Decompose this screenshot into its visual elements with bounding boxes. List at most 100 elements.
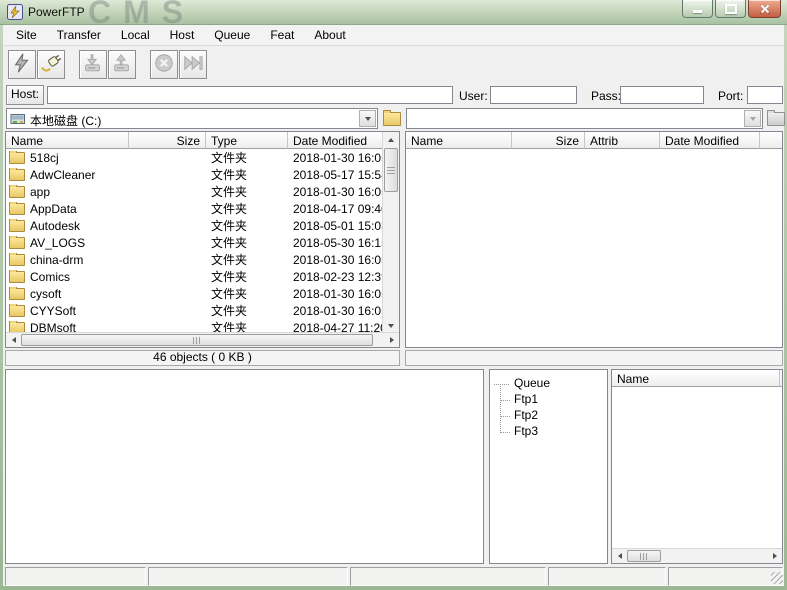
remote-path-dropdown-button[interactable]: [744, 110, 761, 127]
file-name-cell: cysoft: [6, 286, 129, 301]
local-folder-button[interactable]: [381, 110, 403, 128]
file-name: china-drm: [30, 252, 84, 267]
quick-connect-button[interactable]: [8, 50, 36, 79]
desktop-watermark: CMS: [88, 0, 196, 25]
folder-icon: [9, 252, 25, 266]
menu-item-feat[interactable]: Feat: [260, 25, 304, 45]
local-status-strip: 46 objects ( 0 KB ): [5, 350, 400, 366]
host-input[interactable]: [47, 86, 453, 104]
menu-item-transfer[interactable]: Transfer: [47, 25, 111, 45]
file-type-cell: 文件夹: [211, 168, 248, 182]
file-row[interactable]: Autodesk 文件夹 2018-05-01 15:03: [6, 217, 383, 234]
file-name: Comics: [30, 269, 71, 284]
tree-connector: [500, 384, 510, 401]
menu-item-about[interactable]: About: [304, 25, 355, 45]
file-row[interactable]: app 文件夹 2018-01-30 16:05: [6, 183, 383, 200]
file-row[interactable]: CYYSoft 文件夹 2018-01-30 16:05: [6, 302, 383, 319]
file-name: AdwCleaner: [30, 167, 96, 182]
scroll-up-button[interactable]: [383, 132, 399, 147]
statusbar-panel-4: [548, 567, 666, 586]
column-header-size[interactable]: Size: [512, 132, 585, 149]
remote-folder-button[interactable]: [765, 110, 787, 128]
plug-icon: [40, 52, 62, 77]
column-header-name[interactable]: Name: [612, 370, 780, 387]
tree-connector: [500, 400, 510, 417]
local-horizontal-scrollbar[interactable]: [6, 332, 399, 347]
tree-item-label: Ftp3: [514, 424, 539, 438]
file-name-cell: china-drm: [6, 252, 129, 267]
file-row[interactable]: china-drm 文件夹 2018-01-30 16:05: [6, 251, 383, 268]
scroll-down-button[interactable]: [383, 318, 399, 333]
statusbar-panel-2: [148, 567, 348, 586]
scroll-left-button[interactable]: [6, 333, 21, 347]
scroll-left-button[interactable]: [612, 549, 627, 563]
column-header-date-modified[interactable]: Date Modified: [660, 132, 760, 149]
tree-item-label: Queue: [514, 376, 551, 390]
arrow-right-icon: [389, 337, 394, 343]
column-header-size[interactable]: Size: [129, 132, 206, 149]
folder-icon: [9, 201, 25, 215]
column-header-name[interactable]: Name: [6, 132, 129, 149]
upload-button[interactable]: [108, 50, 136, 79]
download-button[interactable]: [79, 50, 107, 79]
grip-icon: [387, 166, 395, 174]
file-date-cell: 2018-01-30 16:05: [293, 252, 383, 267]
file-row[interactable]: AppData 文件夹 2018-04-17 09:40: [6, 200, 383, 217]
column-header-type[interactable]: Type: [206, 132, 288, 149]
connect-button[interactable]: [37, 50, 65, 79]
queue-tree: Queue Ftp1 Ftp2 Ftp3: [489, 369, 608, 564]
remote-list-header: Name Size Attrib Date Modified: [406, 132, 782, 149]
remote-path-combobox[interactable]: [406, 108, 763, 129]
folder-icon: [9, 218, 25, 232]
file-date-cell: 2018-01-30 16:05: [293, 184, 383, 199]
fast-forward-icon: [182, 52, 204, 77]
scrollbar-thumb[interactable]: [627, 550, 661, 562]
file-row[interactable]: AdwCleaner 文件夹 2018-05-17 15:58: [6, 166, 383, 183]
arrow-left-icon: [11, 337, 16, 343]
cancel-icon: [153, 52, 175, 77]
file-name-cell: AppData: [6, 201, 129, 216]
scroll-right-button[interactable]: [384, 333, 399, 347]
transfer-queue-button[interactable]: [179, 50, 207, 79]
file-name-cell: Comics: [6, 269, 129, 284]
lightning-icon: [11, 52, 33, 77]
arrow-up-icon: [388, 137, 394, 142]
pass-input[interactable]: [620, 86, 704, 104]
host-label-button[interactable]: Host:: [6, 85, 44, 105]
file-row[interactable]: DBMsoft 文件夹 2018-04-27 11:20: [6, 319, 383, 333]
tree-item-ftp3[interactable]: Ftp3: [490, 416, 607, 440]
local-vertical-scrollbar[interactable]: [382, 132, 399, 333]
scrollbar-thumb[interactable]: [384, 148, 398, 192]
abort-button[interactable]: [150, 50, 178, 79]
close-button[interactable]: [748, 0, 781, 18]
maximize-button[interactable]: [715, 0, 746, 18]
menu-item-site[interactable]: Site: [6, 25, 47, 45]
file-row[interactable]: AV_LOGS 文件夹 2018-05-30 16:15: [6, 234, 383, 251]
column-header-name[interactable]: Name: [406, 132, 512, 149]
file-row[interactable]: 518cj 文件夹 2018-01-30 16:05: [6, 149, 383, 166]
minimize-button[interactable]: [682, 0, 713, 18]
file-name-cell: CYYSoft: [6, 303, 129, 318]
menu-item-local[interactable]: Local: [111, 25, 160, 45]
file-row[interactable]: Comics 文件夹 2018-02-23 12:39: [6, 268, 383, 285]
tree-connector: [500, 416, 510, 433]
menu-item-queue[interactable]: Queue: [204, 25, 260, 45]
file-type-cell: 文件夹: [211, 253, 248, 267]
file-name: app: [30, 184, 51, 199]
chevron-down-icon: [364, 116, 371, 121]
queue-horizontal-scrollbar[interactable]: [612, 548, 782, 563]
local-drive-combobox[interactable]: 本地磁盘 (C:): [6, 108, 378, 129]
local-drive-dropdown-button[interactable]: [359, 110, 376, 127]
column-header-date-modified[interactable]: Date Modified: [288, 132, 383, 149]
folder-icon: [767, 110, 785, 126]
title-bar[interactable]: CMS PowerFTP: [0, 0, 787, 25]
file-row[interactable]: cysoft 文件夹 2018-01-30 16:05: [6, 285, 383, 302]
user-input[interactable]: [490, 86, 577, 104]
column-header-attrib[interactable]: Attrib: [585, 132, 660, 149]
grip-icon: [640, 552, 648, 560]
menu-item-host[interactable]: Host: [160, 25, 205, 45]
scrollbar-thumb[interactable]: [21, 334, 373, 346]
scroll-right-button[interactable]: [767, 549, 782, 563]
resize-grip[interactable]: [771, 572, 783, 584]
port-input[interactable]: [747, 86, 783, 104]
